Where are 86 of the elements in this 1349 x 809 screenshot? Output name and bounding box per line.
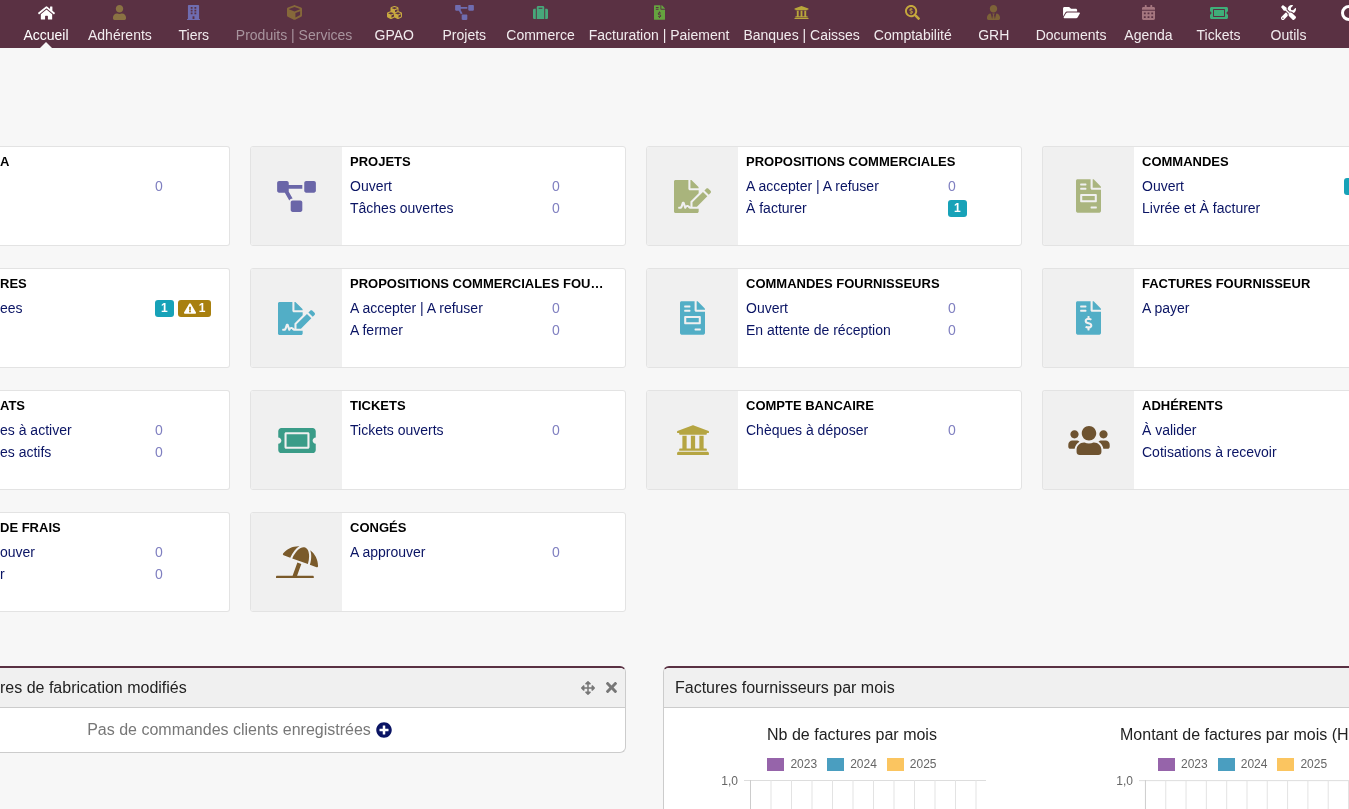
card-link[interactable]: A fermer <box>350 322 403 338</box>
menu-item[interactable]: Tickets <box>1183 0 1254 48</box>
card-title: COMMANDES <box>1142 153 1229 171</box>
card-title: PROPOSITIONS COMMERCIALES <box>746 153 956 171</box>
count-badge: 1 <box>948 199 967 217</box>
card-title: PROJETS <box>350 153 411 171</box>
menu-item[interactable]: Commerce <box>499 0 582 48</box>
count-value: 0 <box>155 565 163 584</box>
count-value: 0 <box>552 177 560 196</box>
count-value: 0 <box>552 199 560 218</box>
card-link[interactable]: Ouvert <box>350 178 392 194</box>
card-link[interactable]: A approuver <box>350 544 426 560</box>
card-link[interactable]: Tâches ouvertes <box>350 200 454 216</box>
card-link[interactable]: Chèques à déposer <box>746 422 869 438</box>
card-link[interactable]: A accepter | A refuser <box>746 178 879 194</box>
card-title: COMPTE BANCAIRE <box>746 397 874 415</box>
card-link[interactable]: ouver <box>0 544 36 560</box>
axis-tick-label: 1,0 <box>721 774 738 788</box>
card-link[interactable]: À valider <box>1142 422 1197 438</box>
card-title: ADHÉRENTS <box>1142 397 1223 415</box>
badge-count: 1 <box>198 299 206 317</box>
card-link[interactable]: ees <box>0 300 23 316</box>
close-icon[interactable] <box>606 681 617 694</box>
card-title: A <box>0 153 10 171</box>
count-value: 0 <box>155 543 163 562</box>
card-title: COMMANDES FOURNISSEURS <box>746 275 940 293</box>
menu-item[interactable]: Banques | Caisses <box>736 0 867 48</box>
count-value: 0 <box>948 421 956 440</box>
card-link[interactable]: es actifs <box>0 444 52 460</box>
menu-item[interactable]: GPAO <box>359 0 430 48</box>
count-value: 0 <box>552 321 560 340</box>
menu-item[interactable]: Outils <box>1253 0 1324 48</box>
legend-label: 2025 <box>1300 757 1328 771</box>
widget-title: res de fabrication modifiés <box>0 677 187 698</box>
selected-caret-icon <box>40 42 52 48</box>
ring-icon[interactable] <box>1341 5 1349 21</box>
chart-title: Montant de factures par mois (H <box>1120 726 1349 743</box>
card-link[interactable]: A accepter | A refuser <box>350 300 483 316</box>
card-title: DE FRAIS <box>0 519 61 537</box>
card-link[interactable]: es à activer <box>0 422 72 438</box>
menu-item[interactable]: Facturation | Paiement <box>581 0 737 48</box>
card-link[interactable]: r <box>0 566 5 582</box>
card-title: RES <box>0 275 27 293</box>
menu-item[interactable]: Comptabilité <box>866 0 959 48</box>
legend-label: 2025 <box>909 757 937 771</box>
menu-item[interactable]: Adhérents <box>81 0 159 48</box>
count-value: 0 <box>948 321 956 340</box>
count-value: 0 <box>155 421 163 440</box>
card-link[interactable]: En attente de réception <box>746 322 891 338</box>
card-link[interactable]: Tickets ouverts <box>350 422 444 438</box>
card-title: FACTURES FOURNISSEUR <box>1142 275 1311 293</box>
count-value: 0 <box>155 443 163 462</box>
count-value: 0 <box>948 177 956 196</box>
card-link[interactable]: Ouvert <box>746 300 788 316</box>
empty-message: Pas de commandes clients enregistrées <box>87 720 371 740</box>
menu-item[interactable]: Accueil <box>11 0 81 48</box>
add-icon[interactable] <box>375 722 392 738</box>
card-link[interactable]: Ouvert <box>1142 178 1184 194</box>
legend-label: 2024 <box>850 757 877 771</box>
card-title: TICKETS <box>350 397 406 415</box>
card-title: PROPOSITIONS COMMERCIALES FOU… <box>350 275 604 293</box>
menu-item[interactable]: Tiers <box>158 0 229 48</box>
chart-title: Nb de factures par mois <box>767 726 937 743</box>
legend-label: 2024 <box>1240 757 1268 771</box>
count-badge: 1 <box>155 299 174 317</box>
count-value: 0 <box>155 177 163 196</box>
count-value: 0 <box>552 543 560 562</box>
legend-label: 2023 <box>790 757 818 771</box>
menu-item[interactable]: Agenda <box>1113 0 1184 48</box>
card-title: CONGÉS <box>350 519 407 537</box>
card-link[interactable]: A payer <box>1142 300 1190 316</box>
legend-label: 2023 <box>1181 757 1208 771</box>
card-link[interactable]: Livrée et À facturer <box>1142 200 1261 216</box>
move-icon[interactable] <box>581 680 595 695</box>
axis-tick-label: 1,0 <box>1116 774 1133 788</box>
count-value: 0 <box>552 299 560 318</box>
count-value: 0 <box>552 421 560 440</box>
warning-icon <box>183 302 196 314</box>
card-link[interactable]: À facturer <box>746 200 807 216</box>
menu-item[interactable]: Documents <box>1028 0 1114 48</box>
menu-item[interactable]: Projets <box>429 0 500 48</box>
widget-title: Factures fournisseurs par mois <box>675 677 895 698</box>
count-value: 0 <box>948 299 956 318</box>
menu-item[interactable]: GRH <box>958 0 1029 48</box>
card-title: ATS <box>0 397 26 415</box>
card-link[interactable]: Cotisations à recevoir <box>1142 444 1277 460</box>
